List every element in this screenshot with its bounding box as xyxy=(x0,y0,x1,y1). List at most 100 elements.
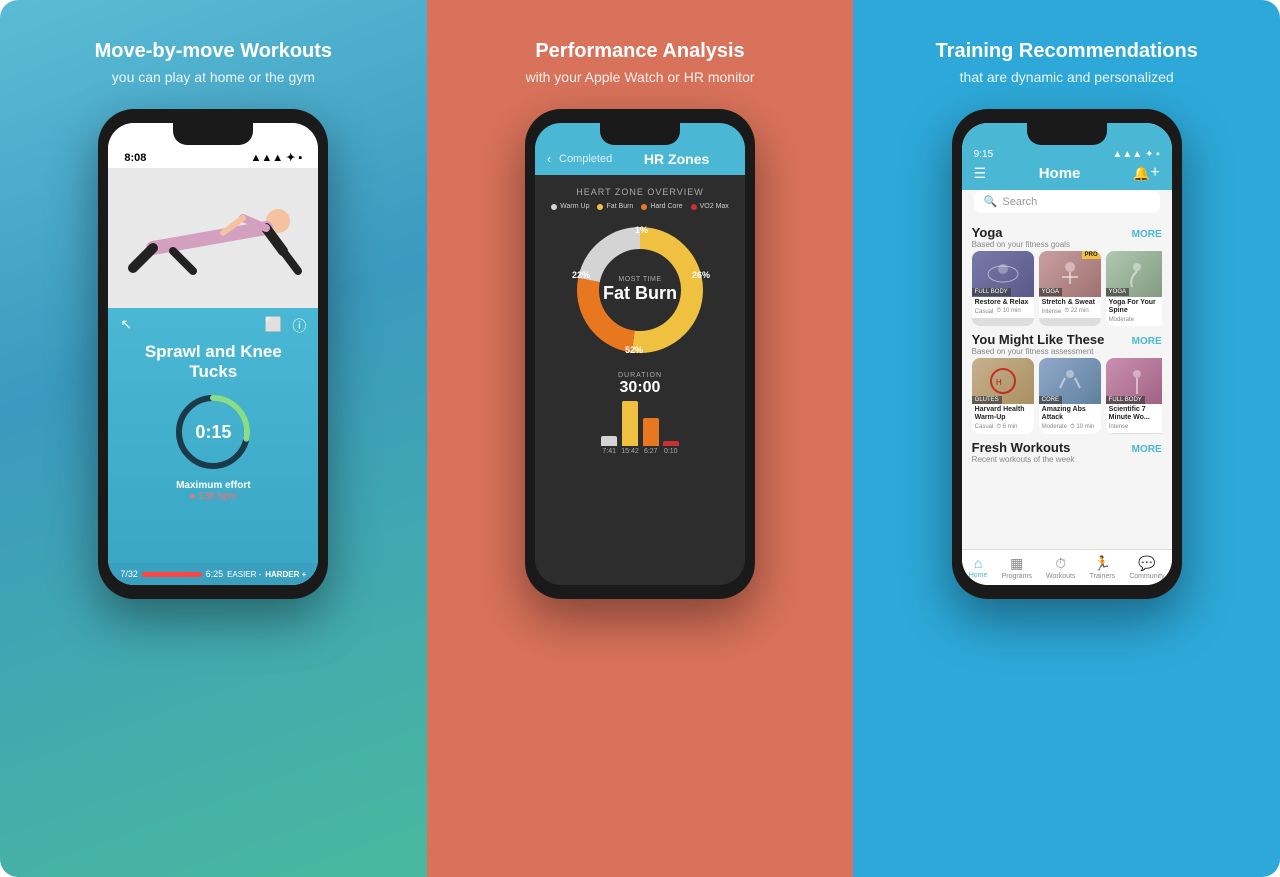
card-info-scientific: Scientific 7 Minute Wo... Intense xyxy=(1106,404,1162,433)
phone-frame-2: ‹ Completed HR Zones HEART ZONE OVERVIEW… xyxy=(525,109,755,599)
bar-chart: 7:41 15:42 6:27 0:10 xyxy=(601,405,679,455)
community-nav-icon: 💬 xyxy=(1138,555,1155,572)
card-meta-harvard: Casual ⏱ 6 min xyxy=(975,424,1031,431)
yoga-subtitle: Based on your fitness goals xyxy=(972,240,1070,249)
legend-warmup-label: Warm Up xyxy=(560,203,589,210)
workout-icons-row: ↖ ⬜ ⓘ xyxy=(120,316,306,336)
info-icon[interactable]: ⓘ xyxy=(292,316,306,336)
bar-col-3: 6:27 xyxy=(643,418,659,455)
bar-warmup xyxy=(601,436,617,446)
recommended-subtitle: Based on your fitness assessment xyxy=(972,347,1105,356)
workout-bottom-bar: 7/32 6:25 EASIER - HARDER + xyxy=(108,563,318,585)
panel-recommendations: Training Recommendations that are dynami… xyxy=(853,0,1280,877)
panel3-title: Training Recommendations xyxy=(936,40,1198,63)
card-meta-spine: Moderate xyxy=(1109,317,1162,323)
exercise-name: Sprawl and Knee Tucks xyxy=(120,342,306,382)
workout-detail-section: ↖ ⬜ ⓘ Sprawl and Knee Tucks 0:15 xyxy=(108,308,318,563)
share-icon[interactable]: ⬜ xyxy=(265,316,282,336)
nav-trainers[interactable]: 🏃 Trainers xyxy=(1090,555,1115,580)
pro-badge-stretch: PRO xyxy=(1082,251,1101,259)
back-arrow-icon[interactable]: ↖ xyxy=(120,316,132,336)
yoga-cards-row: FULL BODY Restore & Relax Casual ⏱ 10 mi… xyxy=(972,251,1162,326)
total-time: 6:25 xyxy=(206,569,224,579)
phone-screen-3: 9:15 ▲▲▲ ✦ ▪ ☰ Home 🔔 + 🔍 Search Yoga xyxy=(962,123,1172,585)
card-tag-spine: YOGA xyxy=(1106,288,1129,296)
bar-col-1: 7:41 xyxy=(601,436,617,455)
legend-warmup: Warm Up xyxy=(551,203,589,210)
completed-label: Completed xyxy=(559,153,612,165)
chart-area: HEART ZONE OVERVIEW Warm Up Fat Burn Har… xyxy=(535,175,745,585)
card-name-spine: Yoga For Your Spine xyxy=(1109,299,1162,316)
phone-screen-2: ‹ Completed HR Zones HEART ZONE OVERVIEW… xyxy=(535,123,745,585)
card-level-restore: Casual xyxy=(975,309,994,315)
card-name-harvard: Harvard Health Warm-Up xyxy=(975,406,1031,423)
card-time-stretch: ⏱ 22 min xyxy=(1064,308,1088,315)
card-restore-relax[interactable]: FULL BODY Restore & Relax Casual ⏱ 10 mi… xyxy=(972,251,1034,326)
trainers-nav-icon: 🏃 xyxy=(1094,555,1111,572)
card-scientific[interactable]: FULL BODY Scientific 7 Minute Wo... Inte… xyxy=(1106,358,1162,434)
p3-content: Yoga Based on your fitness goals MORE FU… xyxy=(962,219,1172,549)
panel-workouts: Move-by-move Workouts you can play at ho… xyxy=(0,0,427,877)
recommended-more-button[interactable]: MORE xyxy=(1132,336,1162,347)
bar-hardcore xyxy=(643,418,659,446)
chart-title: HEART ZONE OVERVIEW xyxy=(576,187,704,197)
yoga-more-button[interactable]: MORE xyxy=(1132,229,1162,240)
pct-left: 22% xyxy=(572,270,590,280)
search-bar[interactable]: 🔍 Search xyxy=(974,190,1160,213)
effort-label: Maximum effort xyxy=(176,480,250,491)
add-icon[interactable]: + xyxy=(1150,164,1159,182)
menu-hamburger-icon[interactable]: ☰ xyxy=(974,165,987,182)
easier-label[interactable]: EASIER - xyxy=(227,570,261,579)
card-stretch-sweat[interactable]: PRO YOGA Stretch & Sweat Intense ⏱ 22 mi… xyxy=(1039,251,1101,326)
nav-community[interactable]: 💬 Community xyxy=(1129,555,1164,580)
back-chevron-icon[interactable]: ‹ xyxy=(547,152,551,166)
card-name-abs: Amazing Abs Attack xyxy=(1042,406,1098,423)
nav-workouts[interactable]: ⏱ Workouts xyxy=(1046,555,1075,580)
legend-row: Warm Up Fat Burn Hard Core VO2 Max xyxy=(551,203,729,210)
card-tag-abs: CORE xyxy=(1039,396,1062,404)
fresh-subtitle: Recent workouts of the week xyxy=(972,455,1075,464)
phone-notch-2 xyxy=(600,123,680,145)
pct-top: 1% xyxy=(635,225,648,235)
yoga-section-header: Yoga Based on your fitness goals MORE xyxy=(972,225,1162,249)
card-meta-scientific: Intense xyxy=(1109,424,1162,430)
fresh-more-button[interactable]: MORE xyxy=(1132,444,1162,455)
card-level-spine: Moderate xyxy=(1109,317,1134,323)
bar-fatburn xyxy=(622,401,638,446)
card-time-restore: ⏱ 10 min xyxy=(996,308,1020,315)
card-info-abs: Amazing Abs Attack Moderate ⏱ 10 min xyxy=(1039,404,1101,434)
workout-image-area xyxy=(108,168,318,308)
card-tag-harvard: GLUTES xyxy=(972,396,1002,404)
notification-icon[interactable]: 🔔 xyxy=(1133,165,1150,182)
harder-label[interactable]: HARDER + xyxy=(265,570,306,579)
nav-home[interactable]: ⌂ Home xyxy=(969,555,988,580)
card-meta-abs: Moderate ⏱ 10 min xyxy=(1042,424,1098,431)
fresh-title: Fresh Workouts xyxy=(972,440,1075,455)
home-title: Home xyxy=(986,165,1133,182)
legend-hardcore: Hard Core xyxy=(641,203,682,210)
card-yoga-spine[interactable]: YOGA Yoga For Your Spine Moderate xyxy=(1106,251,1162,326)
status-icons-1: ▲▲▲ ✦ ▪ xyxy=(250,151,302,164)
difficulty-bar xyxy=(142,572,202,577)
yoga-title: Yoga xyxy=(972,225,1070,240)
panel-performance: Performance Analysis with your Apple Wat… xyxy=(427,0,854,877)
workout-figure-svg xyxy=(123,193,303,283)
bottom-nav: ⌂ Home ▦ Programs ⏱ Workouts 🏃 Trainers … xyxy=(962,549,1172,585)
bar-col-2: 15:42 xyxy=(621,401,639,455)
nav-home-label: Home xyxy=(969,572,988,579)
recommended-section-header: You Might Like These Based on your fitne… xyxy=(972,332,1162,356)
card-abs[interactable]: CORE Amazing Abs Attack Moderate ⏱ 10 mi… xyxy=(1039,358,1101,434)
bar-label-2: 15:42 xyxy=(621,448,639,455)
panel2-subtitle: with your Apple Watch or HR monitor xyxy=(526,69,755,85)
home-nav-icon: ⌂ xyxy=(974,555,982,571)
nav-programs[interactable]: ▦ Programs xyxy=(1002,555,1032,580)
panel1-subtitle: you can play at home or the gym xyxy=(112,69,315,85)
recommended-title: You Might Like These xyxy=(972,332,1105,347)
bar-label-4: 0:10 xyxy=(664,448,678,455)
card-harvard[interactable]: H GLUTES Harvard Health Warm-Up Casual ⏱… xyxy=(972,358,1034,434)
duration-label: DURATION xyxy=(618,372,662,379)
workouts-nav-icon: ⏱ xyxy=(1055,555,1066,572)
bar-col-4: 0:10 xyxy=(663,441,679,455)
card-level-abs: Moderate xyxy=(1042,424,1067,430)
heart-rate: ● 136 bpm xyxy=(189,491,237,502)
